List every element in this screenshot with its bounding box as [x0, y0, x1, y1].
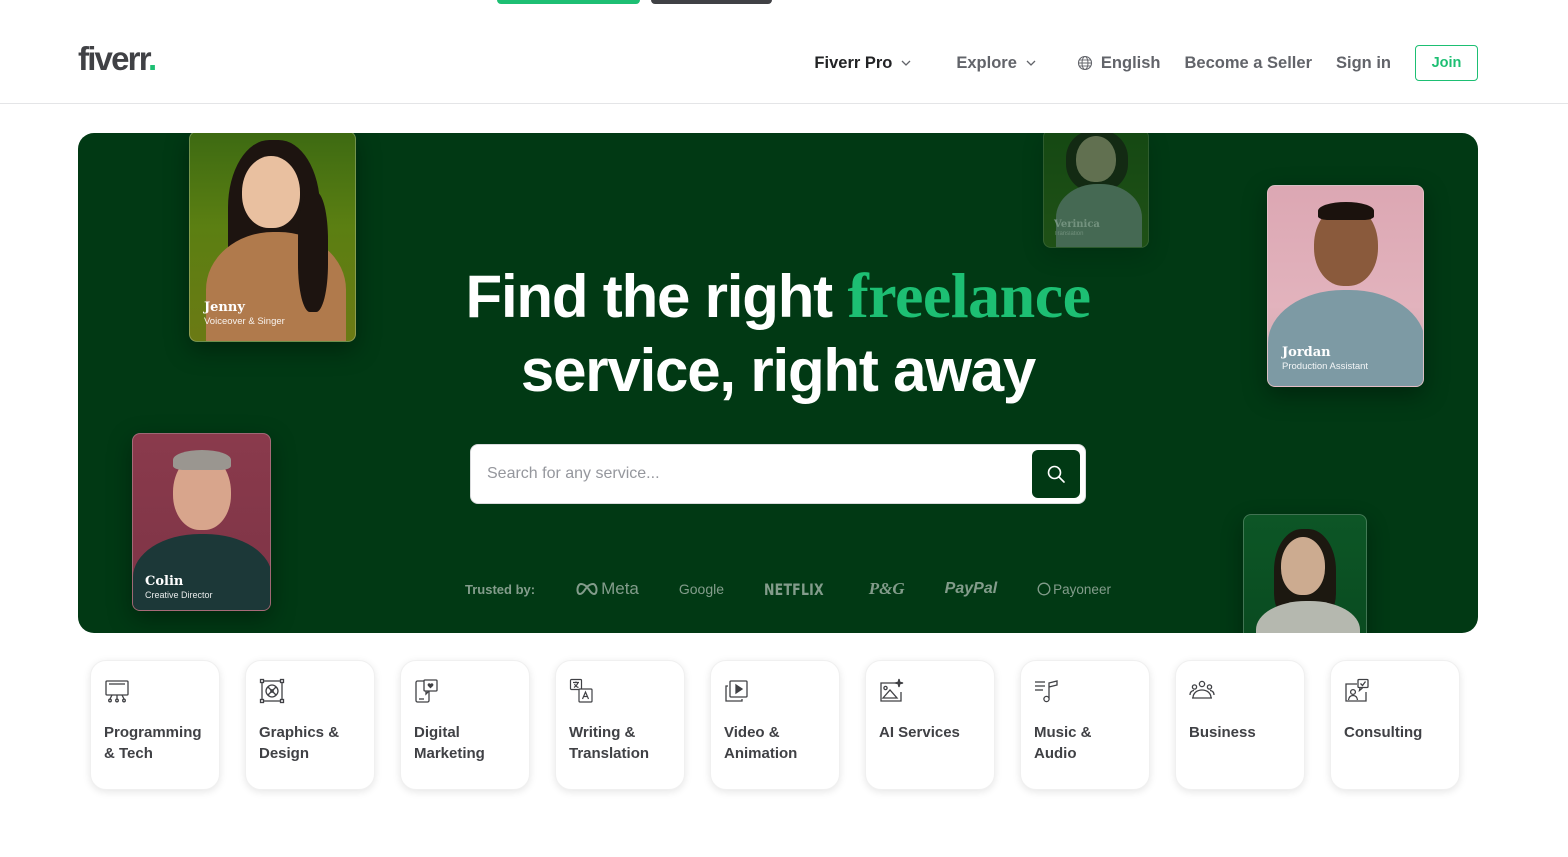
- people-group-icon: [1189, 680, 1215, 699]
- category-label: Video & Animation: [724, 724, 798, 762]
- nav-become-seller[interactable]: Become a Seller: [1185, 54, 1313, 73]
- join-button[interactable]: Join: [1415, 45, 1478, 81]
- pg-logo: P&G: [868, 579, 905, 598]
- google-logo: Google: [678, 581, 725, 597]
- category-programming-tech[interactable]: Programming & Tech: [90, 660, 220, 790]
- fiverr-logo[interactable]: fiverr.: [78, 40, 157, 77]
- nav-fiverr-pro-label: Fiverr Pro: [814, 53, 893, 72]
- meta-logo-text: Meta: [601, 579, 639, 598]
- category-label: AI Services: [879, 724, 960, 741]
- logo-text: fiverr: [78, 40, 150, 77]
- search-icon: [1047, 465, 1065, 483]
- category-label: Business: [1189, 724, 1256, 741]
- netflix-logo: NETFLIX: [764, 579, 824, 599]
- freelancer-role: Creative Director: [145, 590, 213, 600]
- hero-banner: Jenny Voiceover & Singer Verinica Transl…: [78, 133, 1478, 633]
- payoneer-logo-text: Payoneer: [1053, 581, 1111, 597]
- category-graphics-design[interactable]: Graphics & Design: [245, 660, 375, 790]
- trusted-by: Trusted by: Meta Google NETFLIX P&G PayP…: [465, 577, 1111, 601]
- chevron-down-icon: [901, 60, 911, 66]
- translate-icon: [569, 678, 593, 703]
- category-label: Writing & Translation: [569, 724, 650, 762]
- category-list: Programming & Tech Graphics & Design Dig…: [90, 660, 1460, 790]
- freelancer-caption: Verinica Translation: [1054, 219, 1100, 237]
- category-music-audio[interactable]: Music & Audio: [1020, 660, 1150, 790]
- search-input[interactable]: [471, 446, 1032, 502]
- category-consulting[interactable]: Consulting: [1330, 660, 1460, 790]
- freelancer-name: Verinica: [1054, 219, 1100, 230]
- payoneer-circle-icon: [1037, 582, 1051, 596]
- category-writing-translation[interactable]: Writing & Translation: [555, 660, 685, 790]
- nav-sign-in[interactable]: Sign in: [1336, 54, 1391, 73]
- freelancer-photo: [1244, 515, 1366, 633]
- freelancer-card-unnamed: [1243, 514, 1367, 633]
- trusted-by-label: Trusted by:: [465, 581, 536, 597]
- category-label: Consulting: [1344, 724, 1423, 741]
- headline-accent: freelance: [847, 260, 1091, 331]
- category-business[interactable]: Business: [1175, 660, 1305, 790]
- main-nav: Fiverr Pro Explore English Become a Sell…: [814, 45, 1478, 81]
- nav-language[interactable]: English: [1077, 54, 1161, 73]
- monitor-code-icon: [105, 680, 129, 703]
- category-label: Graphics & Design: [259, 724, 340, 762]
- category-digital-marketing[interactable]: Digital Marketing: [400, 660, 530, 790]
- consulting-chat-icon: [1345, 678, 1369, 702]
- search-button[interactable]: [1032, 450, 1080, 498]
- site-header: fiverr. Fiverr Pro Explore English Becom…: [0, 0, 1568, 104]
- headline-line2: service, right away: [520, 337, 1036, 404]
- category-label: Music & Audio: [1034, 724, 1092, 762]
- category-label: Programming & Tech: [104, 724, 202, 762]
- nav-explore[interactable]: Explore: [956, 54, 1037, 73]
- phone-heart-icon: [415, 679, 438, 703]
- category-video-animation[interactable]: Video & Animation: [710, 660, 840, 790]
- freelancer-card-verinica: Verinica Translation: [1043, 133, 1149, 248]
- meta-infinity-icon: [576, 582, 598, 596]
- hero-headline: Find the right freelance service, right …: [78, 259, 1478, 408]
- meta-logo: Meta: [575, 579, 639, 599]
- search-bar: [470, 444, 1086, 504]
- category-ai-services[interactable]: AI Services: [865, 660, 995, 790]
- chevron-down-icon: [1026, 60, 1036, 66]
- globe-icon: [1077, 55, 1092, 71]
- payoneer-logo: Payoneer: [1037, 582, 1111, 597]
- category-label: Digital Marketing: [414, 724, 485, 762]
- headline-line1: Find the right: [465, 263, 848, 330]
- vector-design-icon: [259, 678, 285, 704]
- music-note-icon: [1035, 680, 1058, 703]
- freelancer-caption: Colin Creative Director: [145, 573, 213, 600]
- freelancer-card-colin: Colin Creative Director: [132, 433, 271, 611]
- nav-language-label: English: [1100, 53, 1161, 72]
- paypal-logo: PayPal: [944, 580, 998, 597]
- freelancer-role: Translation: [1054, 231, 1084, 237]
- nav-explore-label: Explore: [956, 53, 1017, 72]
- ai-image-icon: [880, 678, 904, 702]
- freelancer-name: Colin: [145, 573, 184, 589]
- nav-fiverr-pro[interactable]: Fiverr Pro: [814, 54, 912, 73]
- logo-dot: .: [147, 40, 157, 77]
- video-play-icon: [725, 680, 748, 702]
